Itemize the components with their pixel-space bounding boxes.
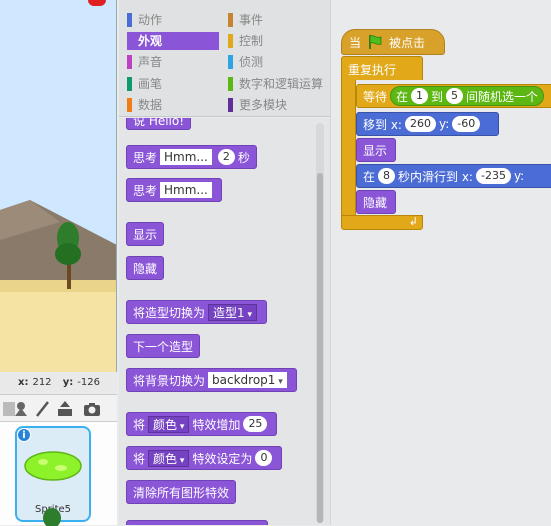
when-label: 当: [349, 35, 362, 50]
glide-in-label: 在: [363, 169, 376, 184]
new-sprite-toolbar: [0, 394, 117, 422]
category-sensing[interactable]: 侦测: [228, 53, 328, 71]
random-from-input[interactable]: 1: [411, 88, 429, 104]
pick-random-to-label: 到: [431, 89, 444, 104]
brush-icon[interactable]: [33, 400, 51, 418]
switch-backdrop-block[interactable]: 将背景切换为 backdrop1: [126, 368, 297, 392]
change-effect-block[interactable]: 将 颜色 特效增加 25: [126, 412, 278, 436]
info-icon[interactable]: i: [17, 428, 31, 442]
clicked-label: 被点击: [389, 35, 426, 50]
category-motion[interactable]: 动作: [127, 11, 223, 29]
block-palette: 说 Hello! 思考 Hmm... 2 秒 思考 Hmm... 显示 隐藏 将…: [119, 118, 330, 525]
show-block[interactable]: 显示: [356, 138, 396, 162]
x-value: 212: [32, 377, 52, 388]
category-control[interactable]: 控制: [228, 32, 328, 50]
think-label: 思考: [133, 183, 158, 198]
effect-dropdown[interactable]: 颜色: [148, 415, 190, 433]
show-block[interactable]: 显示: [126, 222, 165, 246]
forever-block[interactable]: 重复执行: [341, 56, 423, 80]
glide-secs-input[interactable]: 8: [378, 168, 396, 184]
paint-sprite-icon[interactable]: [12, 400, 30, 418]
category-data[interactable]: 数据: [127, 96, 223, 114]
y-value: -126: [77, 377, 100, 388]
stage[interactable]: [0, 0, 117, 372]
wait-label: 等待: [363, 89, 388, 104]
category-sound[interactable]: 声音: [127, 53, 223, 71]
hide-block[interactable]: 隐藏: [126, 256, 165, 280]
think-text-input[interactable]: Hmm...: [160, 149, 212, 165]
clear-effects-block[interactable]: 清除所有图形特效: [126, 480, 237, 504]
y-label: y:: [62, 377, 74, 388]
think-text-input[interactable]: Hmm...: [160, 182, 212, 198]
change-effect-label: 将: [133, 417, 146, 432]
switch-costume-block[interactable]: 将造型切换为 造型1: [126, 300, 268, 324]
set-effect-to-label: 特效设定为: [192, 451, 253, 466]
forever-block-arm: [341, 80, 356, 217]
mouse-coordinates: x: 212 y: -126: [0, 374, 117, 392]
sprite-list: i Sprite5: [0, 422, 117, 526]
category-events[interactable]: 事件: [228, 11, 328, 29]
switch-costume-label: 将造型切换为: [133, 305, 206, 320]
scripts-area[interactable]: 当 被点击 重复执行 ↲ 等待 在 1 到 5 间随机选一个 移到 x: 260…: [330, 0, 551, 525]
go-to-x-input[interactable]: 260: [404, 116, 436, 132]
next-block-partial[interactable]: [126, 520, 268, 525]
go-to-xy-block[interactable]: 移到 x: 260 y: -60: [356, 112, 499, 136]
pick-random-in-label: 在: [396, 89, 409, 104]
go-to-x-label: 移到 x:: [363, 117, 402, 132]
next-sprite-peek: [43, 508, 61, 526]
loop-arrow-icon: ↲: [408, 215, 418, 228]
backdrop-dropdown[interactable]: backdrop1: [208, 372, 287, 388]
go-to-y-label: y:: [438, 117, 450, 131]
x-label: x:: [18, 377, 29, 388]
palette-scrollbar-thumb[interactable]: [317, 173, 323, 523]
effect-change-input[interactable]: 25: [243, 416, 268, 432]
forever-block-foot: ↲: [341, 215, 423, 230]
glide-label: 秒内滑行到 x:: [398, 169, 473, 184]
pick-random-label: 间随机选一个: [466, 89, 539, 104]
switch-backdrop-label: 将背景切换为: [133, 373, 206, 388]
set-effect-label: 将: [133, 451, 146, 466]
say-block-partial[interactable]: 说 Hello!: [126, 118, 192, 130]
effect-dropdown[interactable]: 颜色: [148, 449, 190, 467]
block-categories: 动作 外观 声音 画笔 数据 事件 控制 侦测 数字和逻辑运算 更多模块: [119, 0, 330, 117]
camera-icon[interactable]: [83, 400, 101, 418]
change-effect-by-label: 特效增加: [192, 417, 241, 432]
costume-dropdown[interactable]: 造型1: [208, 303, 258, 321]
forever-label: 重复执行: [348, 63, 397, 77]
upload-sprite-icon[interactable]: [56, 400, 74, 418]
set-effect-block[interactable]: 将 颜色 特效设定为 0: [126, 446, 283, 470]
think-block[interactable]: 思考 Hmm...: [126, 178, 222, 202]
stage-backdrop: [0, 0, 116, 372]
next-costume-block[interactable]: 下一个造型: [126, 334, 201, 358]
category-operators[interactable]: 数字和逻辑运算: [228, 75, 328, 93]
pick-random-block[interactable]: 在 1 到 5 间随机选一个: [390, 86, 545, 106]
when-flag-clicked-block[interactable]: 当 被点击: [341, 29, 445, 55]
glide-y-label: y:: [513, 169, 525, 183]
think-secs-input[interactable]: 2: [217, 149, 235, 165]
sprite-costume-image: [24, 451, 82, 481]
green-flag-icon: [369, 35, 382, 49]
wait-block[interactable]: 等待 在 1 到 5 间随机选一个: [356, 84, 551, 108]
hide-block[interactable]: 隐藏: [356, 190, 396, 214]
category-looks[interactable]: 外观: [127, 32, 219, 50]
glide-x-input[interactable]: -235: [475, 168, 511, 184]
effect-set-input[interactable]: 0: [255, 450, 273, 466]
think-for-secs-block[interactable]: 思考 Hmm... 2 秒: [126, 145, 257, 169]
go-to-y-input[interactable]: -60: [452, 116, 481, 132]
category-more-blocks[interactable]: 更多模块: [228, 96, 328, 114]
secs-label: 秒: [237, 150, 250, 165]
think-label: 思考: [133, 150, 158, 165]
glide-block[interactable]: 在 8 秒内滑行到 x: -235 y:: [356, 164, 551, 188]
category-pen[interactable]: 画笔: [127, 75, 223, 93]
random-to-input[interactable]: 5: [446, 88, 464, 104]
